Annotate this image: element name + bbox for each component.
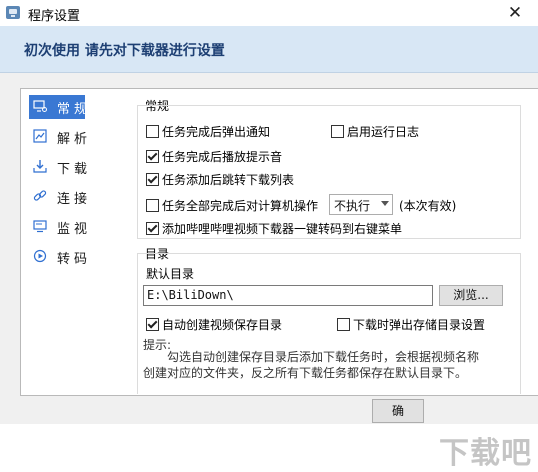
context-menu-label: 添加哔哩哔哩视频下载器一键转码到右键菜单: [162, 222, 403, 236]
auto-create-label: 自动创建视频保存目录: [162, 318, 283, 332]
sidebar-item-transcode[interactable]: 转码: [21, 245, 129, 269]
hint-line-2: 创建对应的文件夹，反之所有下载任务都保存在默认目录下。: [143, 366, 468, 380]
app-icon: [6, 6, 20, 19]
directory-path-value: E:\BiliDown\: [147, 288, 234, 302]
sidebar-item-general[interactable]: 常规: [21, 95, 129, 119]
notify-popup-checkbox[interactable]: [146, 125, 159, 138]
hint-line-1: 勾选自动创建保存目录后添加下载任务时，会根据视频名称: [167, 350, 480, 364]
jump-list-checkbox[interactable]: [146, 173, 159, 186]
link-icon: [33, 190, 47, 201]
auto-create-checkbox[interactable]: [146, 318, 159, 331]
action-select-value: 不执行: [334, 199, 371, 213]
sidebar-item-label: 解析: [57, 132, 92, 147]
default-dir-label: 默认目录: [146, 267, 195, 281]
action-note: (本次有效): [399, 199, 457, 213]
close-button[interactable]: ✕: [492, 0, 538, 26]
transcode-icon: [33, 249, 47, 263]
sidebar-item-label: 下载: [57, 162, 92, 177]
jump-list-label: 任务添加后跳转下载列表: [162, 173, 295, 187]
action-select[interactable]: 不执行: [329, 194, 393, 215]
sidebar-item-label: 转码: [57, 252, 92, 267]
header-text: 初次使用 请先对下载器进行设置: [24, 43, 225, 59]
screen-icon: [33, 220, 47, 233]
sidebar-item-connect[interactable]: 连接: [21, 185, 129, 209]
sidebar-item-label: 常规: [57, 102, 92, 117]
enable-log-label: 启用运行日志: [347, 125, 420, 139]
sidebar-item-label: 监视: [57, 222, 92, 237]
window-title: 程序设置: [28, 9, 81, 24]
sidebar-item-label: 连接: [57, 192, 92, 207]
header-banner: 初次使用 请先对下载器进行设置: [0, 26, 538, 73]
download-icon: [33, 160, 47, 173]
chart-icon: [33, 129, 47, 143]
play-sound-checkbox[interactable]: [146, 150, 159, 163]
sidebar: 常规 解析 下载 连接 监视 转码: [20, 88, 130, 396]
sidebar-item-monitor[interactable]: 监视: [21, 215, 129, 239]
enable-log-checkbox[interactable]: [331, 125, 344, 138]
popup-on-download-label: 下载时弹出存储目录设置: [353, 318, 486, 332]
sidebar-item-parse[interactable]: 解析: [21, 125, 129, 149]
watermark: 下载吧: [439, 436, 532, 471]
play-sound-label: 任务完成后播放提示音: [162, 150, 283, 164]
settings-panel: 常规 任务完成后弹出通知 启用运行日志 任务完成后播放提示音 任务添加后跳转下载…: [129, 88, 538, 396]
browse-button[interactable]: 浏览...: [439, 285, 503, 306]
chevron-down-icon: [381, 201, 389, 206]
title-bar: 程序设置 ✕: [0, 0, 538, 26]
settings-body: 常规 解析 下载 连接 监视 转码 常规 任务完成后弹出通知 启用运行日志 任务…: [0, 73, 538, 471]
monitor-gear-icon: [33, 100, 47, 112]
popup-on-download-checkbox[interactable]: [337, 318, 350, 331]
directory-path-input[interactable]: E:\BiliDown\: [143, 285, 433, 306]
ok-button[interactable]: 确: [372, 399, 424, 423]
all-done-action-label: 任务全部完成后对计算机操作: [162, 199, 319, 213]
all-done-action-checkbox[interactable]: [146, 199, 159, 212]
context-menu-checkbox[interactable]: [146, 222, 159, 235]
notify-popup-label: 任务完成后弹出通知: [162, 125, 271, 139]
sidebar-item-download[interactable]: 下载: [21, 155, 129, 179]
